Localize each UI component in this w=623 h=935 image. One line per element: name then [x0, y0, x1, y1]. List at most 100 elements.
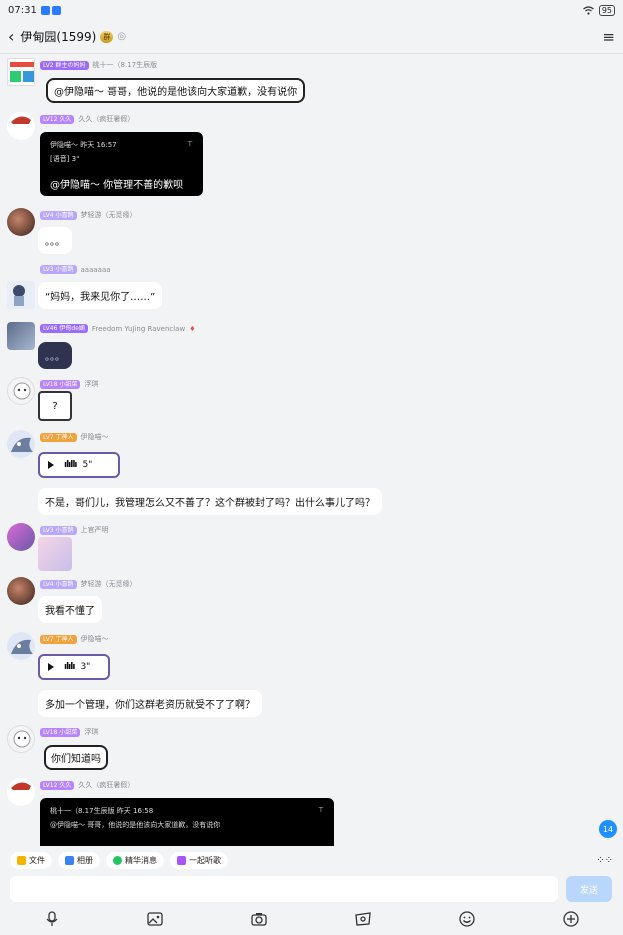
- message-bubble[interactable]: 。。。: [38, 342, 72, 369]
- send-button[interactable]: 发送: [566, 876, 612, 902]
- input-toolbar: [0, 905, 623, 933]
- sender-name[interactable]: aaaaaaa: [81, 266, 111, 274]
- avatar[interactable]: [7, 58, 35, 86]
- menu-icon[interactable]: ≡: [602, 28, 615, 46]
- avatar[interactable]: [7, 112, 35, 140]
- eye-icon: ◎: [117, 31, 127, 42]
- plus-icon[interactable]: [561, 909, 581, 929]
- sender-meta: LV7 丁神人 伊隐喵～: [40, 634, 109, 644]
- message-item: LV7 丁神人 伊隐喵～ ılılı 3": [0, 632, 623, 684]
- folder-icon: [17, 855, 26, 865]
- level-badge: LV3 小喜鹊: [40, 265, 77, 274]
- message-bubble[interactable]: 你们知道吗: [44, 745, 108, 770]
- sender-name[interactable]: Freedom YuJing Ravenclaw: [92, 325, 185, 333]
- message-item: LV46 伊甸de嫡 Freedom YuJing Ravenclaw ♦ 。。…: [0, 322, 623, 370]
- chip-album[interactable]: 相册: [58, 851, 100, 869]
- message-bubble[interactable]: “妈妈，我来见你了……”: [38, 282, 163, 309]
- pin-icon: ⊤: [186, 140, 193, 148]
- message-bubble[interactable]: 多加一个管理，你们这群老资历就受不了了啊？: [38, 690, 262, 717]
- voice-message[interactable]: ılıllı 5": [38, 452, 120, 478]
- red-packet-icon[interactable]: [353, 909, 373, 929]
- sender-name[interactable]: 上官严明: [81, 525, 109, 535]
- sender-meta: LV3 小喜鹊 上官严明: [40, 525, 109, 535]
- message-bubble[interactable]: 我看不懂了: [38, 596, 102, 623]
- message-bubble[interactable]: 。。。: [38, 227, 72, 254]
- message-item: 不是，哥们儿，我管理怎么又不善了？这个群被封了吗？出什么事儿了吗？: [0, 486, 623, 516]
- group-title: 伊甸园(1599): [20, 30, 97, 44]
- wifi-icon: [582, 5, 594, 15]
- message-bubble[interactable]: @伊隐喵～ 哥哥，他说的是他该向大家道歉，没有说你: [46, 78, 306, 103]
- sender-meta: LV3 小喜鹊 aaaaaaa: [40, 265, 111, 274]
- level-badge: LV4 小喜鹊: [40, 210, 77, 220]
- sender-name[interactable]: 梦轻游（无觅缘）: [81, 579, 137, 589]
- avatar[interactable]: [7, 632, 35, 660]
- avatar[interactable]: [7, 523, 35, 551]
- message-item: LV4 小喜鹊 梦轻游（无觅缘） 我看不懂了: [0, 577, 623, 623]
- message-item: LV18 小甜菜 浮琪 你们知道吗: [0, 725, 623, 773]
- message-bubble[interactable]: ?: [38, 391, 72, 421]
- avatar[interactable]: [7, 778, 35, 806]
- sender-name[interactable]: 浮琪: [84, 727, 98, 737]
- grid-icon[interactable]: ⁘⁘: [596, 855, 613, 866]
- back-arrow-icon[interactable]: ‹: [8, 27, 14, 46]
- sender-name[interactable]: 久久（疯狂暑假）: [78, 114, 134, 124]
- sender-meta: LV18 小甜菜 浮琪: [40, 379, 98, 389]
- sender-name[interactable]: 伊隐喵～: [81, 634, 109, 644]
- sender-name[interactable]: 久久（疯狂暑假）: [78, 780, 134, 790]
- composer: 发送: [0, 874, 623, 904]
- emoji-icon[interactable]: [457, 909, 477, 929]
- level-badge: LV18 小甜菜: [40, 727, 81, 737]
- sender-name[interactable]: 伊隐喵～: [81, 432, 109, 442]
- waveform-icon: ılıllı: [64, 460, 77, 470]
- notification-icon: [51, 5, 61, 15]
- level-badge: LV3 小喜鹊: [40, 525, 77, 535]
- level-badge: LV7 丁神人: [40, 634, 77, 644]
- message-item: LV12 久久 久久（疯狂暑假） 伊隐喵～ 昨天 16:57 ⊤ [语音] 3"…: [0, 112, 623, 200]
- sender-meta: LV46 伊甸de嫡 Freedom YuJing Ravenclaw ♦: [40, 324, 195, 333]
- chip-label: 相册: [77, 855, 93, 865]
- sender-name[interactable]: 梦轻游（无觅缘）: [81, 210, 137, 220]
- group-badge: 群: [100, 30, 114, 43]
- sender-name[interactable]: 浮琪: [84, 379, 98, 389]
- avatar[interactable]: [7, 208, 35, 236]
- battery-indicator: 95: [598, 4, 615, 16]
- play-icon[interactable]: [48, 663, 54, 671]
- chip-listen[interactable]: 一起听歌: [170, 851, 228, 869]
- waveform-icon: ılılı: [64, 662, 75, 672]
- sender-meta: LV2 群主の妈妈 桃十一（8.17生辰版: [40, 60, 157, 70]
- unread-count-badge[interactable]: 14: [599, 820, 617, 838]
- avatar[interactable]: [7, 281, 35, 309]
- sender-name[interactable]: 桃十一（8.17生辰版: [93, 60, 158, 70]
- status-bar: 07:31 95: [0, 0, 623, 20]
- camera-icon[interactable]: [249, 909, 269, 929]
- image-icon[interactable]: [145, 909, 165, 929]
- voice-duration: 3": [80, 662, 91, 672]
- badge-icon: ♦: [189, 324, 196, 333]
- message-bubble[interactable]: 不是，哥们儿，我管理怎么又不善了？这个群被封了吗？出什么事儿了吗？: [38, 488, 382, 515]
- sticker-image[interactable]: [38, 537, 72, 571]
- message-input[interactable]: [10, 876, 558, 902]
- level-badge: LV12 久久: [40, 114, 75, 124]
- chip-essence[interactable]: 精华消息: [106, 851, 164, 869]
- chat-header: ‹ 伊甸园(1599) 群 ◎ ≡: [0, 20, 623, 54]
- chip-file[interactable]: 文件: [10, 851, 52, 869]
- avatar[interactable]: [7, 430, 35, 458]
- quoted-reply[interactable]: 伊隐喵～ 昨天 16:57 ⊤ [语音] 3" @伊隐喵～ 你管理不善的歉呗: [40, 132, 203, 196]
- avatar[interactable]: [7, 322, 35, 350]
- voice-message[interactable]: ılılı 3": [38, 654, 110, 680]
- message-item: LV3 小喜鹊 aaaaaaa “妈妈，我来见你了……”: [0, 263, 623, 313]
- sender-meta: LV12 久久 久久（疯狂暑假）: [40, 114, 134, 124]
- play-icon[interactable]: [48, 461, 54, 469]
- quote-content: @伊隐喵～ 哥哥，他说的是他该向大家道歉，没有说你: [50, 821, 221, 829]
- level-badge: LV12 久久: [40, 780, 75, 790]
- microphone-icon[interactable]: [42, 909, 62, 929]
- avatar[interactable]: [7, 377, 35, 405]
- quote-content: [语音] 3": [50, 155, 80, 163]
- avatar[interactable]: [7, 725, 35, 753]
- sender-meta: LV7 丁神人 伊隐喵～: [40, 432, 109, 442]
- quoted-reply[interactable]: 桃十一（8.17生辰版 昨天 16:58 ⊤ @伊隐喵～ 哥哥，他说的是他该向大…: [40, 798, 334, 846]
- chip-label: 一起听歌: [189, 855, 221, 865]
- quote-header: 伊隐喵～ 昨天 16:57 ⊤: [50, 140, 193, 150]
- reply-text: @伊隐喵～ 你管理不善的歉呗: [50, 180, 184, 191]
- avatar[interactable]: [7, 577, 35, 605]
